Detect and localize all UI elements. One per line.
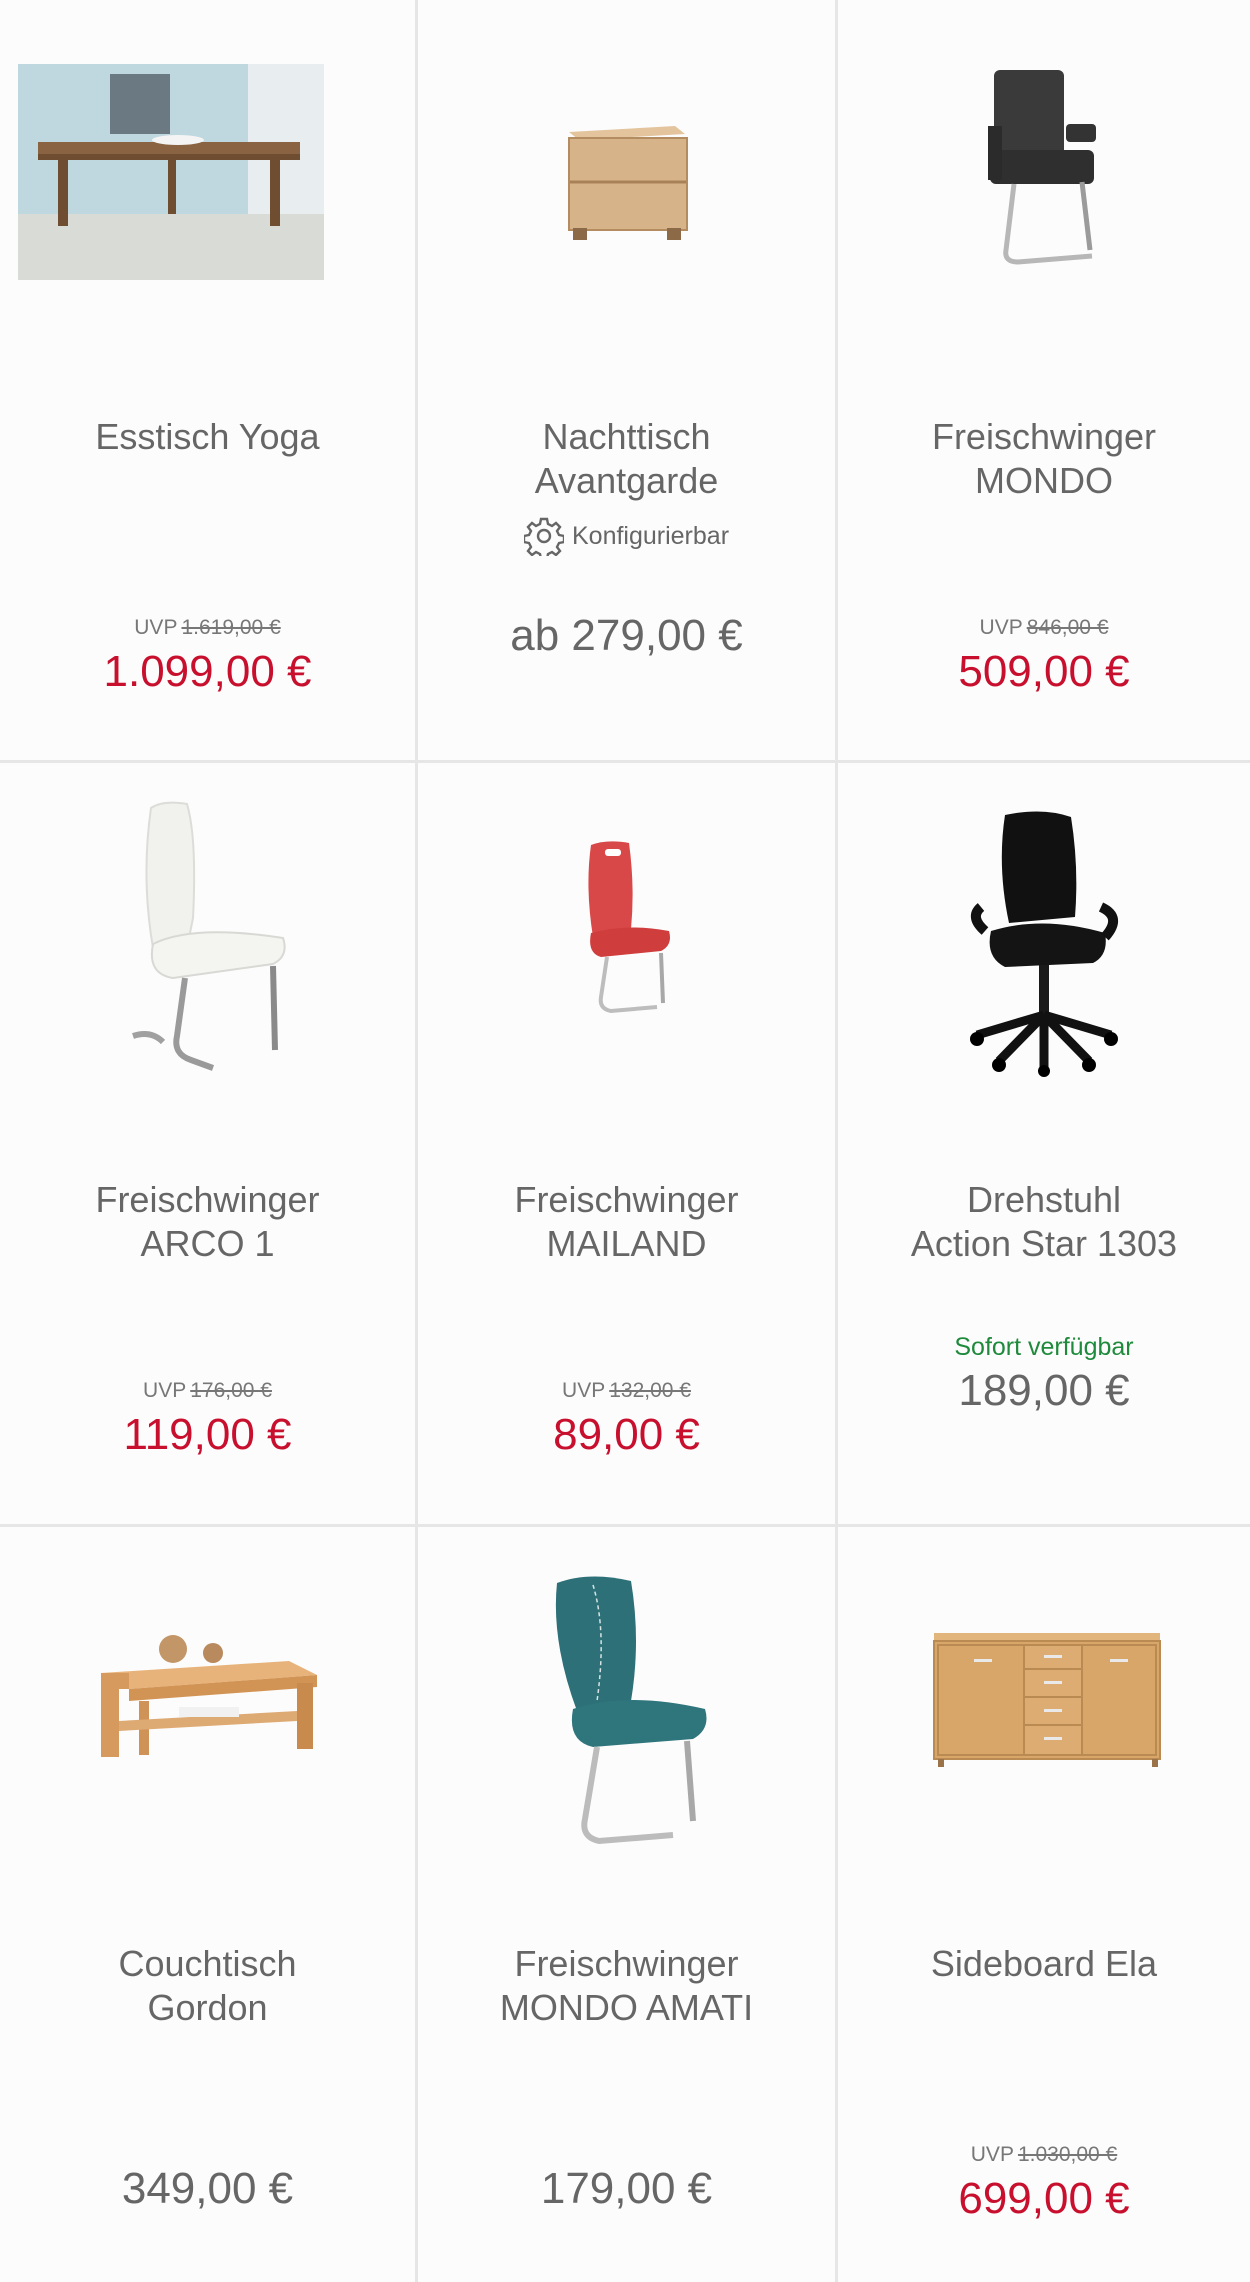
uvp-old-price: 846,00 € <box>1026 616 1109 639</box>
office-chair-image <box>970 811 1118 1077</box>
product-image-link[interactable] <box>0 64 415 384</box>
uvp-price: UVP 1.030,00 € <box>838 2143 1250 2167</box>
product-image-link[interactable] <box>838 807 1250 1127</box>
red-cantilever-chair-image <box>587 841 670 1014</box>
uvp-label: UVP <box>970 2143 1014 2166</box>
nightstand-image <box>567 126 688 240</box>
configurable-label: Konfigurierbar <box>571 521 730 550</box>
product-name[interactable]: Freischwinger MONDO AMATI <box>428 1942 825 2030</box>
uvp-label: UVP <box>979 616 1023 639</box>
product-grid: Esstisch Yoga UVP 1.619,00 € 1.099,00 € N… <box>0 0 1250 2282</box>
product-price: 349,00 € <box>121 2164 294 2213</box>
product-tile-couchtisch-gordon[interactable]: Couchtisch Gordon 349,00 € <box>0 1527 418 2282</box>
product-tile-freischwinger-mailand[interactable]: Freischwinger MAILAND UVP 132,00 € 89,00 … <box>418 763 838 1527</box>
product-name[interactable]: Sideboard Ela <box>848 1942 1240 1986</box>
uvp-label: UVP <box>134 616 178 639</box>
product-tile-drehstuhl-action-star-1303[interactable]: Drehstuhl Action Star 1303 Sofort verfüg… <box>838 763 1250 1527</box>
product-tile-freischwinger-mondo-amati[interactable]: Freischwinger MONDO AMATI 179,00 € <box>418 1527 838 2282</box>
availability-status: Sofort verfügbar <box>954 1333 1134 1361</box>
product-name[interactable]: Nachttisch Avantgarde <box>428 415 825 503</box>
product-price: 699,00 € <box>958 2174 1130 2223</box>
product-tile-sideboard-ela[interactable]: Sideboard Ela UVP 1.030,00 € 699,00 € <box>838 1527 1250 2282</box>
product-price: 189,00 € <box>958 1366 1130 1415</box>
uvp-price: UVP 176,00 € <box>0 1379 415 1403</box>
product-image-link[interactable] <box>0 798 415 1118</box>
gear-icon <box>523 517 564 556</box>
uvp-old-price: 132,00 € <box>609 1379 691 1402</box>
uvp-label: UVP <box>143 1379 187 1402</box>
product-name[interactable]: Drehstuhl Action Star 1303 <box>848 1178 1240 1266</box>
product-name[interactable]: Couchtisch Gordon <box>10 1942 405 2030</box>
product-price: 89,00 € <box>553 1410 700 1459</box>
cantilever-armchair-image <box>988 70 1096 265</box>
teal-cantilever-chair-image <box>555 1576 706 1845</box>
coffee-table-image <box>100 1635 317 1757</box>
white-cantilever-chair-image <box>131 801 286 1071</box>
product-name[interactable]: Freischwinger MAILAND <box>428 1178 825 1266</box>
sideboard-image <box>933 1633 1161 1767</box>
product-name[interactable]: Freischwinger ARCO 1 <box>10 1178 405 1266</box>
configurable-badge: Konfigurierbar <box>418 516 835 556</box>
uvp-price: UVP 132,00 € <box>418 1379 835 1403</box>
product-name[interactable]: Freischwinger MONDO <box>848 415 1240 503</box>
dining-table-image <box>18 64 324 280</box>
uvp-old-price: 1.619,00 € <box>181 616 281 639</box>
uvp-price: UVP 846,00 € <box>838 616 1250 640</box>
uvp-old-price: 1.030,00 € <box>1017 2143 1118 2166</box>
product-name[interactable]: Esstisch Yoga <box>10 415 405 459</box>
product-price: 179,00 € <box>540 2164 713 2213</box>
product-price: ab 279,00 € <box>510 611 743 660</box>
product-tile-freischwinger-mondo[interactable]: Freischwinger MONDO UVP 846,00 € 509,00 € <box>838 0 1250 763</box>
product-tile-nachttisch-avantgarde[interactable]: Nachttisch Avantgarde Konfigurierbar ab … <box>418 0 838 763</box>
product-price: 119,00 € <box>123 1410 292 1459</box>
product-image-link[interactable] <box>838 66 1250 386</box>
product-price: 1.099,00 € <box>103 647 312 696</box>
product-image-link[interactable] <box>418 1571 835 1891</box>
uvp-old-price: 176,00 € <box>190 1379 272 1402</box>
product-image-link[interactable] <box>838 1629 1250 1949</box>
product-tile-freischwinger-arco-1[interactable]: Freischwinger ARCO 1 UVP 176,00 € 119,00 … <box>0 763 418 1527</box>
product-image-link[interactable] <box>418 120 835 440</box>
product-price: 509,00 € <box>958 647 1130 696</box>
uvp-label: UVP <box>562 1379 606 1402</box>
product-tile-esstisch-yoga[interactable]: Esstisch Yoga UVP 1.619,00 € 1.099,00 € <box>0 0 418 763</box>
product-image-link[interactable] <box>0 1627 415 1947</box>
product-image-link[interactable] <box>418 837 835 1157</box>
uvp-price: UVP 1.619,00 € <box>0 616 415 640</box>
